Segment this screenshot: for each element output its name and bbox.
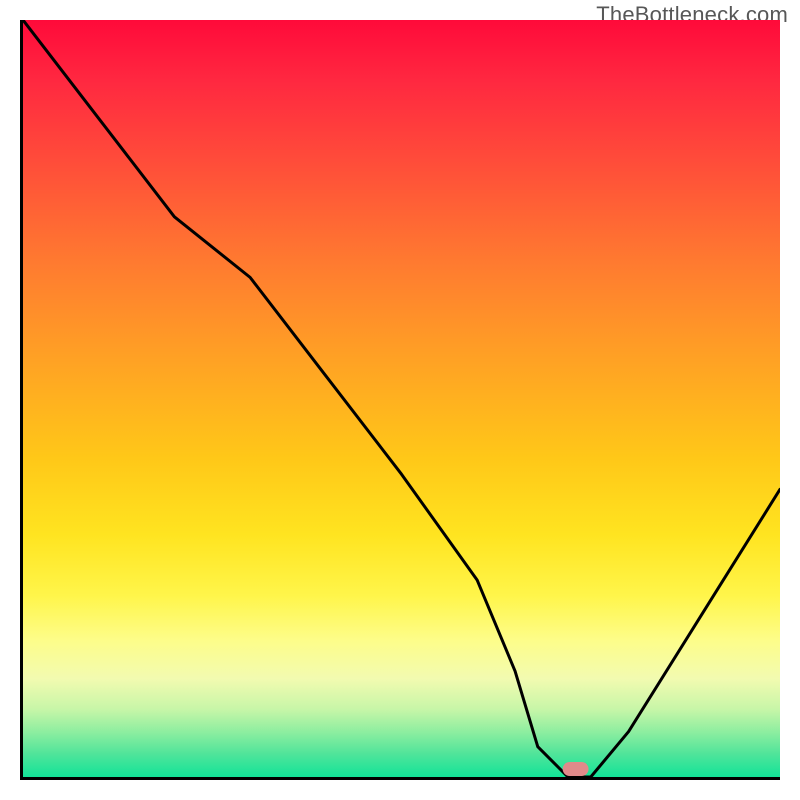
chart-canvas: TheBottleneck.com [0,0,800,800]
plot-area [20,20,780,780]
optimal-point-marker [563,762,589,776]
curve-layer [23,20,780,777]
bottleneck-curve [23,20,780,777]
